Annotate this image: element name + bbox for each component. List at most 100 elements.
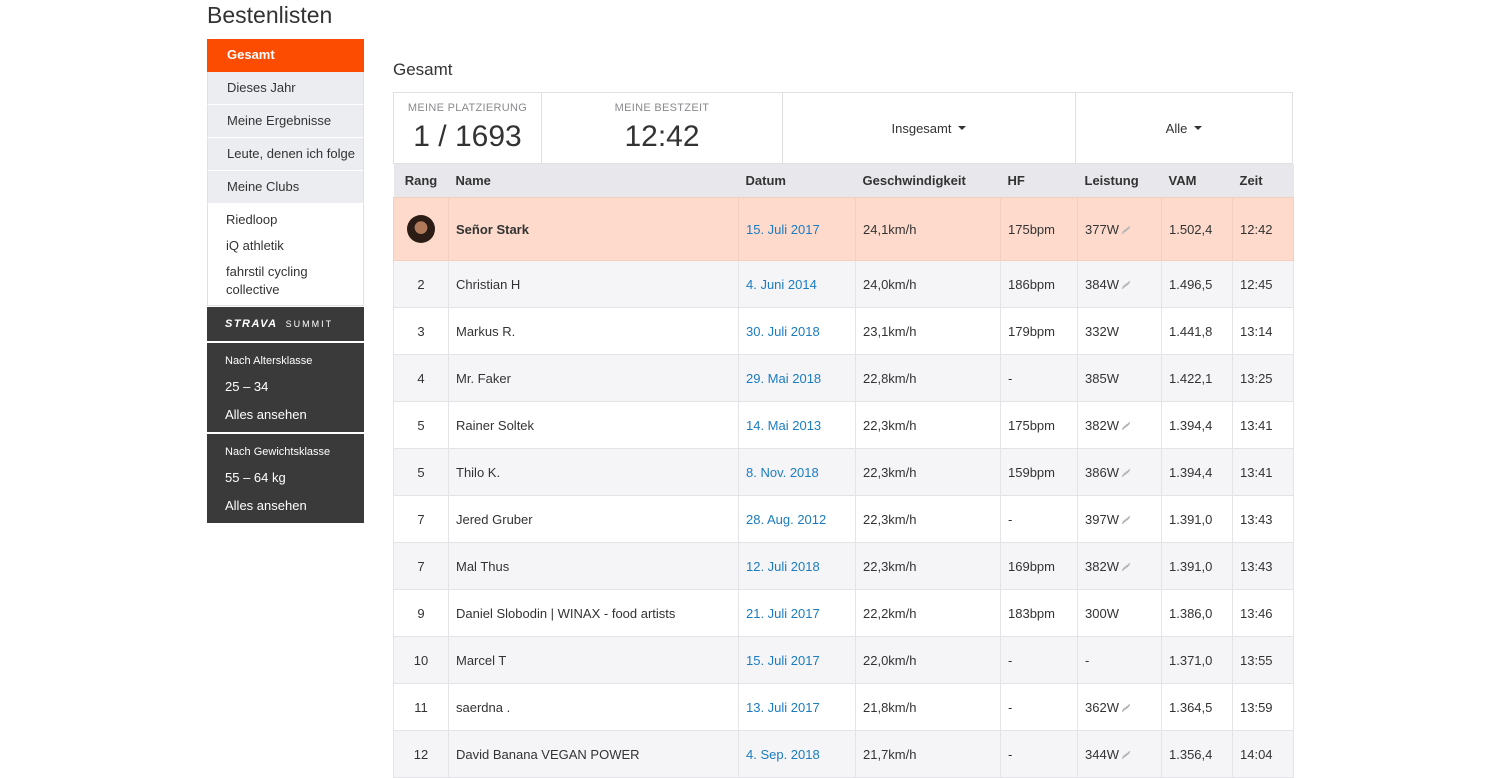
date-cell[interactable]: 15. Juli 2017 (738, 636, 856, 684)
rank-cell: 11 (393, 683, 449, 731)
col-header-vam[interactable]: VAM (1161, 164, 1233, 198)
age-class-label: Nach Altersklasse (225, 355, 313, 367)
hr-cell: 179bpm (1000, 307, 1078, 355)
speed-cell: 24,0km/h (855, 260, 1001, 308)
name-cell[interactable]: Daniel Slobodin | WINAX - food artists (448, 589, 739, 637)
hr-cell: 175bpm (1000, 197, 1078, 261)
hr-cell: 183bpm (1000, 589, 1078, 637)
weight-class-see-all-link[interactable]: Alles ansehen (225, 496, 364, 516)
date-cell[interactable]: 14. Mai 2013 (738, 401, 856, 449)
table-row: 9 Daniel Slobodin | WINAX - food artists 2… (393, 589, 1294, 637)
speed-cell: 22,3km/h (855, 495, 1001, 543)
power-cell: 332W (1077, 307, 1162, 355)
speed-cell: 23,1km/h (855, 307, 1001, 355)
table-row: Señor Stark 15. Juli 2017 24,1km/h 175bpm 37… (393, 197, 1294, 261)
vam-cell: 1.394,4 (1161, 448, 1233, 496)
date-cell[interactable]: 13. Juli 2017 (738, 683, 856, 731)
club-item-iq-athletik[interactable]: iQ athletik (208, 237, 363, 255)
vam-cell: 1.371,0 (1161, 636, 1233, 684)
table-header: Rang Name Datum Geschwindigkeit HF Leist… (393, 164, 1294, 198)
table-row: 11 saerdna . 13. Juli 2017 21,8km/h -362W 1.3… (393, 683, 1294, 731)
name-cell[interactable]: David Banana VEGAN POWER (448, 730, 739, 778)
my-placement-label: MEINE PLATZIERUNG (407, 102, 528, 114)
summit-label: SUMMIT (285, 319, 334, 329)
age-class-value: 25 – 34 (225, 379, 269, 394)
club-item-fahrstil[interactable]: fahrstil cycling collective (208, 263, 363, 299)
time-cell: 13:43 (1232, 495, 1294, 543)
time-cell: 13:41 (1232, 401, 1294, 449)
power-cell: 344W (1077, 730, 1162, 778)
vam-cell: 1.502,4 (1161, 197, 1233, 261)
nav-item-leute[interactable]: Leute, denen ich folge (207, 138, 364, 171)
leaderboard-table: Rang Name Datum Geschwindigkeit HF Leist… (393, 164, 1294, 778)
col-header-datum[interactable]: Datum (738, 164, 856, 198)
power-value: 386W (1085, 464, 1119, 480)
time-cell: 13:14 (1232, 307, 1294, 355)
nav-item-gesamt[interactable]: Gesamt (207, 39, 364, 72)
col-header-zeit[interactable]: Zeit (1232, 164, 1294, 198)
power-meter-icon (1121, 750, 1131, 761)
date-cell[interactable]: 12. Juli 2018 (738, 542, 856, 590)
hr-cell: - (1000, 636, 1078, 684)
date-cell[interactable]: 15. Juli 2017 (738, 197, 856, 261)
power-cell: 386W (1077, 448, 1162, 496)
weight-class-value: 55 – 64 kg (225, 470, 286, 485)
time-cell: 13:43 (1232, 542, 1294, 590)
page-title: Bestenlisten (207, 2, 333, 28)
time-cell: 12:42 (1232, 197, 1294, 261)
date-cell[interactable]: 21. Juli 2017 (738, 589, 856, 637)
date-cell[interactable]: 28. Aug. 2012 (738, 495, 856, 543)
hr-cell: - (1000, 683, 1078, 731)
table-row: 3 Markus R. 30. Juli 2018 23,1km/h 179bpm 332… (393, 307, 1294, 355)
power-value: 397W (1085, 511, 1119, 527)
period-dropdown[interactable]: Insgesamt (783, 93, 1076, 163)
name-cell[interactable]: Rainer Soltek (448, 401, 739, 449)
name-cell[interactable]: Markus R. (448, 307, 739, 355)
power-meter-icon (1121, 703, 1131, 714)
name-cell[interactable]: Thilo K. (448, 448, 739, 496)
name-cell[interactable]: Señor Stark (448, 197, 739, 261)
power-value: 384W (1085, 276, 1119, 292)
date-cell[interactable]: 30. Juli 2018 (738, 307, 856, 355)
rank-cell: 4 (393, 354, 449, 402)
speed-cell: 22,2km/h (855, 589, 1001, 637)
col-header-rang[interactable]: Rang (393, 164, 449, 198)
nav-item-meine-clubs[interactable]: Meine Clubs (207, 171, 364, 204)
table-row: 12 David Banana VEGAN POWER 4. Sep. 2018 21… (393, 730, 1294, 778)
section-title: Gesamt (393, 60, 453, 79)
hr-cell: - (1000, 354, 1078, 402)
club-item-riedloop[interactable]: Riedloop (208, 211, 363, 229)
avatar[interactable] (407, 215, 435, 243)
name-cell[interactable]: Marcel T (448, 636, 739, 684)
power-meter-icon (1121, 562, 1131, 573)
date-cell[interactable]: 4. Juni 2014 (738, 260, 856, 308)
name-cell[interactable]: Mal Thus (448, 542, 739, 590)
col-header-leistung[interactable]: Leistung (1077, 164, 1162, 198)
date-cell[interactable]: 8. Nov. 2018 (738, 448, 856, 496)
nav-item-meine-ergebnisse[interactable]: Meine Ergebnisse (207, 105, 364, 138)
vam-cell: 1.364,5 (1161, 683, 1233, 731)
age-class-see-all-link[interactable]: Alles ansehen (225, 405, 364, 425)
hr-cell: 186bpm (1000, 260, 1078, 308)
name-cell[interactable]: Jered Gruber (448, 495, 739, 543)
col-header-hf[interactable]: HF (1000, 164, 1078, 198)
power-value: 332W (1085, 323, 1119, 339)
date-cell[interactable]: 4. Sep. 2018 (738, 730, 856, 778)
col-header-name[interactable]: Name (448, 164, 739, 198)
power-cell: - (1077, 636, 1162, 684)
rank-cell: 5 (393, 401, 449, 449)
filter-dropdown[interactable]: Alle (1076, 93, 1292, 163)
name-cell[interactable]: Mr. Faker (448, 354, 739, 402)
power-meter-icon (1121, 280, 1131, 291)
weight-class-label: Nach Gewichtsklasse (225, 446, 331, 458)
table-row: 5 Thilo K. 8. Nov. 2018 22,3km/h 159bpm 386W 1… (393, 448, 1294, 496)
rank-cell: 2 (393, 260, 449, 308)
speed-cell: 22,0km/h (855, 636, 1001, 684)
name-cell[interactable]: saerdna . (448, 683, 739, 731)
period-dropdown-label: Insgesamt (891, 120, 952, 136)
power-cell: 300W (1077, 589, 1162, 637)
col-header-geschwindigkeit[interactable]: Geschwindigkeit (855, 164, 1001, 198)
nav-item-dieses-jahr[interactable]: Dieses Jahr (207, 72, 364, 105)
name-cell[interactable]: Christian H (448, 260, 739, 308)
date-cell[interactable]: 29. Mai 2018 (738, 354, 856, 402)
